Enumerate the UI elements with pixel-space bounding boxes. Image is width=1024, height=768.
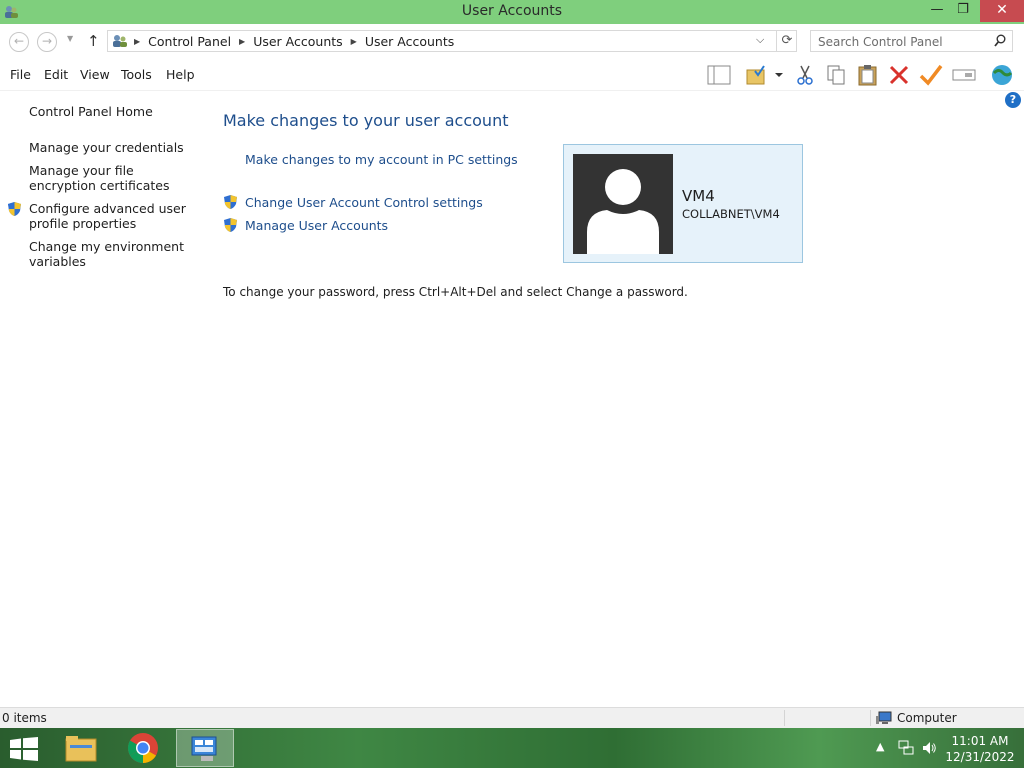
chrome-icon	[127, 733, 158, 763]
layout-pane-icon[interactable]	[706, 63, 732, 87]
menu-view[interactable]: View	[80, 67, 110, 82]
sidebar-item-advanced-profile[interactable]: Configure advanced user profile properti…	[29, 201, 194, 231]
search-input[interactable]	[818, 33, 988, 51]
volume-icon[interactable]	[921, 740, 937, 756]
copy-icon[interactable]	[823, 63, 849, 87]
forward-button[interactable]: →	[37, 32, 57, 52]
show-hidden-icons[interactable]: ▲	[876, 740, 884, 753]
uac-settings-link[interactable]: Change User Account Control settings	[245, 195, 483, 210]
rename-icon[interactable]	[951, 63, 977, 87]
taskbar-control-panel[interactable]	[176, 729, 234, 767]
close-button[interactable]: ✕	[980, 0, 1024, 22]
title-bar: User Accounts — ❐ ✕	[0, 0, 1024, 24]
breadcrumb-control-panel[interactable]: Control Panel	[148, 34, 231, 49]
avatar	[573, 154, 673, 254]
sidebar-item-file-encryption[interactable]: Manage your file encryption certificates	[29, 163, 194, 193]
status-divider	[784, 710, 785, 726]
manage-user-accounts-link[interactable]: Manage User Accounts	[245, 218, 388, 233]
paste-icon[interactable]	[855, 63, 881, 87]
menu-file[interactable]: File	[10, 67, 31, 82]
help-icon[interactable]: ?	[1005, 92, 1021, 108]
control-panel-icon	[191, 736, 217, 761]
search-icon[interactable]	[994, 34, 1006, 47]
location-zone: Computer	[897, 711, 957, 725]
breadcrumb-user-accounts[interactable]: User Accounts	[253, 34, 342, 49]
chevron-right-icon[interactable]: ▶	[239, 37, 245, 46]
uac-shield-icon	[224, 218, 237, 232]
clock-time: 11:01 AM	[951, 734, 1009, 748]
chevron-right-icon[interactable]: ▶	[351, 37, 357, 46]
page-title: Make changes to your user account	[223, 111, 509, 130]
uac-shield-icon	[8, 202, 21, 216]
items-count: 0 items	[2, 711, 47, 725]
breadcrumb-user-accounts-current[interactable]: User Accounts	[365, 34, 454, 49]
windows-start-icon[interactable]	[10, 737, 38, 761]
taskbar-chrome[interactable]	[114, 729, 172, 767]
status-bar: 0 items Computer	[0, 707, 1024, 728]
folder-check-icon[interactable]	[744, 63, 770, 87]
refresh-button[interactable]: ⟳	[776, 31, 797, 51]
address-bar[interactable]: ▶ Control Panel ▶ User Accounts ▶ User A…	[107, 30, 797, 52]
sidebar-item-manage-credentials[interactable]: Manage your credentials	[29, 140, 194, 155]
recent-locations-dropdown[interactable]: ▼	[67, 34, 73, 43]
pc-settings-link[interactable]: Make changes to my account in PC setting…	[245, 152, 518, 167]
dropdown-arrow-icon[interactable]	[772, 63, 786, 87]
up-button[interactable]: ↑	[87, 32, 100, 50]
password-note: To change your password, press Ctrl+Alt+…	[223, 285, 688, 299]
network-icon[interactable]	[898, 740, 914, 756]
address-dropdown-icon[interactable]: ⌵	[756, 33, 764, 47]
computer-icon	[876, 711, 892, 724]
globe-icon[interactable]	[989, 63, 1015, 87]
breadcrumb: ▶ Control Panel ▶ User Accounts ▶ User A…	[134, 34, 454, 49]
menu-help[interactable]: Help	[166, 67, 195, 82]
chevron-right-icon[interactable]: ▶	[134, 37, 140, 46]
search-box[interactable]	[810, 30, 1013, 52]
menu-tools[interactable]: Tools	[121, 67, 152, 82]
navigation-bar: ← → ▼ ↑ ▶ Control Panel ▶ User Accounts …	[0, 24, 1024, 59]
account-name: VM4	[682, 187, 715, 205]
clock-date: 12/31/2022	[945, 750, 1015, 764]
folder-icon	[65, 736, 97, 762]
cut-icon[interactable]	[792, 63, 818, 87]
status-divider	[870, 710, 871, 726]
maximize-button[interactable]: ❐	[948, 0, 978, 22]
account-domain: COLLABNET\VM4	[682, 207, 780, 221]
user-silhouette-icon	[587, 169, 659, 254]
control-panel-icon	[113, 35, 127, 47]
sidebar-item-environment-variables[interactable]: Change my environment variables	[29, 239, 194, 269]
uac-shield-icon	[224, 195, 237, 209]
menu-bar: File Edit View Tools Help	[0, 59, 1024, 91]
system-clock[interactable]: 11:01 AM 12/31/2022	[945, 733, 1015, 765]
taskbar: ▲ 11:01 AM 12/31/2022	[0, 728, 1024, 768]
window-title: User Accounts	[461, 3, 563, 19]
sidebar-item-control-panel-home[interactable]: Control Panel Home	[29, 104, 194, 119]
checkmark-icon[interactable]	[918, 63, 944, 87]
taskbar-file-explorer[interactable]	[52, 729, 110, 767]
back-button[interactable]: ←	[9, 32, 29, 52]
menu-edit[interactable]: Edit	[44, 67, 68, 82]
delete-icon[interactable]	[886, 63, 912, 87]
account-tile: VM4 COLLABNET\VM4	[563, 144, 803, 263]
